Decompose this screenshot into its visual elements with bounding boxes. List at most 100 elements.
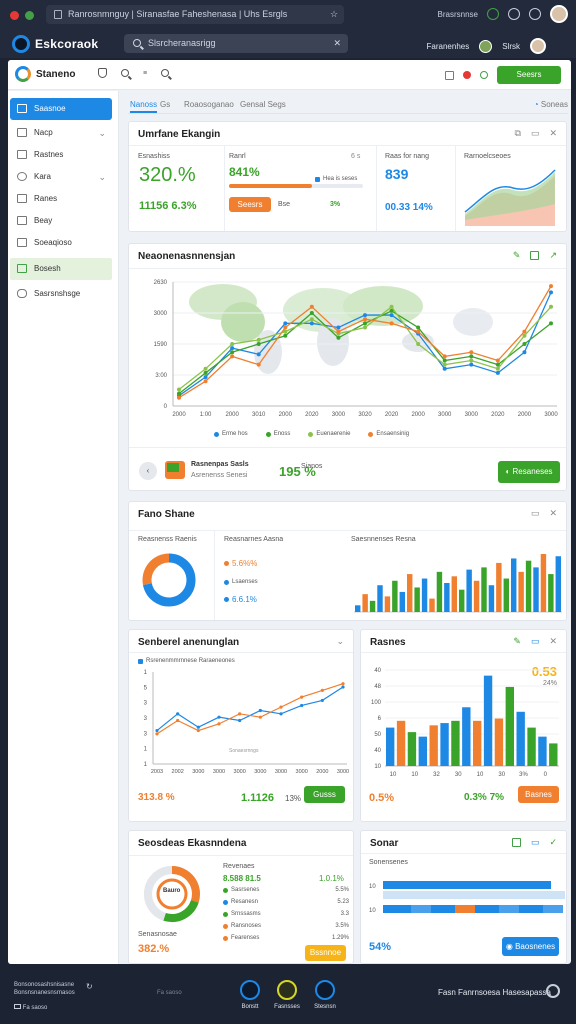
toolbar-action-button[interactable]: Seesrs (497, 66, 561, 84)
sonar-label: Sonensenes (369, 859, 408, 866)
bars-button[interactable]: Basnes (518, 786, 559, 803)
bullet (224, 597, 229, 602)
sidebar-item-bosesh[interactable]: Bosesh (10, 258, 112, 280)
checkbox-icon[interactable] (511, 838, 521, 847)
zoom-icon[interactable] (161, 69, 170, 77)
dock-nav-label: Stesnsn (314, 1004, 336, 1010)
close-icon[interactable]: ✕ (549, 508, 557, 519)
extension-icon[interactable] (487, 8, 499, 20)
sidebar-item-kara[interactable]: Kara ⌄ (10, 166, 112, 188)
x-tick-label: 2000 (172, 412, 186, 418)
close-icon[interactable]: ✕ (549, 128, 557, 139)
page-icon (54, 10, 62, 19)
user-icon[interactable] (546, 984, 560, 998)
confirm-icon[interactable]: ✓ (549, 837, 557, 848)
user-avatar-small[interactable] (479, 39, 493, 53)
close-dot[interactable] (10, 10, 19, 20)
refresh-icon[interactable]: ↻ (86, 982, 93, 991)
button-label: Bssnnoe (309, 948, 342, 957)
dock-nav-files[interactable]: Fasnsses (267, 980, 307, 1010)
user-avatar[interactable] (530, 38, 546, 54)
h-bar (383, 891, 565, 899)
dock-text: Bonsonosashsnisasne (14, 982, 75, 988)
profile-avatar[interactable] (550, 5, 568, 23)
tab-nanoss[interactable]: Nanoss (130, 100, 158, 113)
data-point (176, 718, 180, 723)
sidebar-item-beay[interactable]: Beay (10, 210, 112, 232)
copy-icon[interactable]: ⧉ (515, 128, 521, 139)
tab-gensal[interactable]: Gensal Segs (240, 100, 286, 109)
chevron-down-icon[interactable]: ⌄ (336, 636, 344, 647)
tab-gs[interactable]: Gs (160, 100, 170, 109)
divider (455, 146, 456, 231)
close-icon[interactable]: ✕ (549, 636, 557, 647)
dock-nav-home[interactable]: Bonstt (230, 980, 270, 1010)
tab-roaosoganao[interactable]: Roaosoganao (184, 100, 234, 109)
dist-label: Ransnoses (231, 923, 262, 929)
toolbar-icons: ≡ (98, 68, 170, 78)
status-icon[interactable] (480, 71, 488, 79)
y-tick-label: 3000 (154, 311, 168, 317)
sidebar-item-nacp[interactable]: Nacp ⌄ (10, 122, 112, 144)
sidebar-item-rastnes[interactable]: Rastnes (10, 144, 112, 166)
data-point (256, 342, 261, 346)
search-input[interactable]: Slsrcheranasrigg ✕ (124, 34, 348, 53)
tab-soneas[interactable]: ◔ Soneas (534, 100, 568, 109)
gear-icon[interactable] (529, 8, 541, 20)
expand-icon[interactable]: ▭ (531, 837, 540, 848)
search-icon[interactable] (121, 69, 129, 77)
refresh-icon: ◐ (505, 467, 513, 476)
bar (444, 583, 450, 612)
previous-icon[interactable]: ‹ (139, 462, 157, 480)
maximize-dot[interactable] (25, 10, 34, 20)
expand-icon[interactable]: ▭ (531, 636, 540, 647)
progress-fill (229, 184, 313, 188)
sidebar-label: Ranes (34, 194, 58, 203)
menu-icon[interactable]: ≡ (143, 70, 147, 77)
sidebar-item-dashboard[interactable]: Saasnoe (10, 98, 112, 120)
sidebar-label: Bosesh (34, 264, 61, 273)
data-point (469, 358, 474, 363)
footer-action-button[interactable]: ◐ Resaneses (498, 461, 560, 483)
data-point (177, 395, 181, 400)
sidebar-item-ranes[interactable]: Ranes (10, 188, 112, 210)
distribution-card: Seosdeas Ekasnndena Bauro Revenaes 8.588… (128, 830, 354, 964)
sidebar: Saasnoe Nacp ⌄ Rastnes Kara ⌄ Ranes Beay S… (8, 91, 119, 964)
x-tick-label: 32 (433, 772, 440, 778)
horizontal-bar-chart: 10 10 (369, 881, 565, 914)
button-label: Gusss (313, 790, 336, 799)
trend-button[interactable]: Gusss (304, 786, 345, 803)
circle-icon (17, 172, 27, 181)
dist-percent-total: 382.% (138, 943, 170, 955)
sidebar-item-soeaqioso[interactable]: Soeaqioso (10, 232, 112, 254)
dock-nav-settings[interactable]: Stesnsn (305, 980, 345, 1010)
kpi-button[interactable]: Seesrs (229, 197, 271, 212)
trend-up-icon[interactable]: ↗ (549, 250, 557, 261)
notification-icon[interactable] (463, 71, 471, 79)
bullet (224, 579, 229, 585)
sonar-button[interactable]: ◉ Baosnenes (502, 937, 559, 956)
header-user-label[interactable]: Slrsk (502, 42, 520, 51)
expand-icon[interactable]: ▭ (531, 128, 540, 139)
link-icon[interactable]: ✎ (513, 250, 521, 261)
doc-icon (17, 216, 27, 225)
dist-button[interactable]: Bssnnoe (305, 945, 346, 961)
checkbox-icon[interactable] (445, 70, 454, 80)
page-icon (17, 264, 27, 273)
panel-label: Reasnenss Raenis (138, 536, 197, 543)
clear-icon[interactable]: ✕ (333, 34, 341, 53)
tab-label: Soneas (540, 100, 568, 109)
export-icon[interactable] (530, 251, 540, 260)
data-point (203, 379, 208, 384)
star-icon[interactable]: ☆ (330, 9, 338, 20)
shield-icon[interactable] (98, 68, 107, 78)
url-bar[interactable]: Ranrosnmnguy | Siranasfae Faheshenasa | … (46, 5, 344, 24)
kpi-label: Ranrl (229, 153, 246, 160)
settings-icon[interactable] (508, 8, 520, 20)
sidebar-item-sasrsnshsge[interactable]: Sasrsnshsge (10, 283, 112, 305)
header-link[interactable]: Faranenhes (427, 42, 470, 51)
edit-icon[interactable]: ✎ (513, 636, 521, 647)
dock-status-label: Fa saoso (22, 1005, 48, 1011)
h-bar-segment (499, 905, 519, 913)
expand-icon[interactable]: ▭ (531, 508, 540, 519)
